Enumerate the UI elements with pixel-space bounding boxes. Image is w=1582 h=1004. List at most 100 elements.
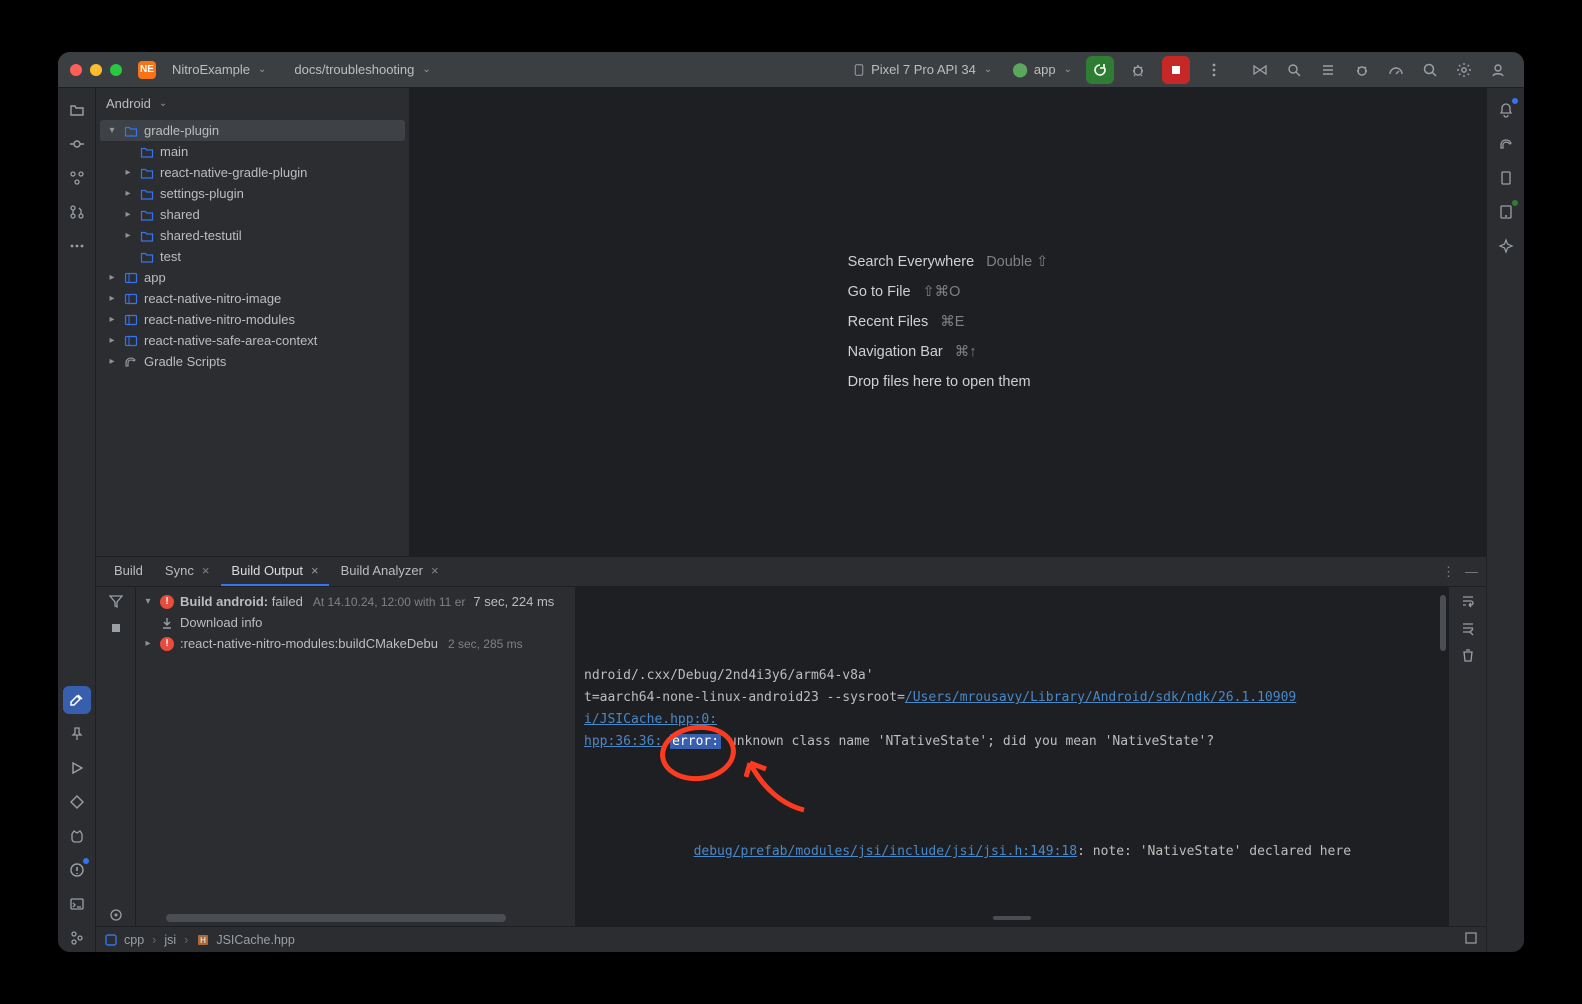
notifications-button[interactable] bbox=[1492, 96, 1520, 124]
project-tree[interactable]: ▾gradle-pluginmain▸react-native-gradle-p… bbox=[96, 118, 409, 556]
more-actions-button[interactable] bbox=[1200, 56, 1228, 84]
structure-tool-button[interactable] bbox=[63, 164, 91, 192]
logcat-tool-button[interactable] bbox=[63, 822, 91, 850]
tree-node[interactable]: ▸Gradle Scripts bbox=[100, 351, 405, 372]
tree-node[interactable]: ▸react-native-nitro-modules bbox=[100, 309, 405, 330]
breadcrumb-item[interactable]: H JSICache.hpp bbox=[196, 933, 295, 947]
project-view-label: Android bbox=[106, 96, 151, 111]
terminal-icon bbox=[69, 896, 85, 912]
debug-tool-button[interactable] bbox=[1348, 56, 1376, 84]
scroll-to-end-button[interactable] bbox=[1460, 620, 1476, 639]
running-devices-button[interactable] bbox=[1492, 198, 1520, 226]
warning-icon bbox=[69, 862, 85, 878]
cat-icon bbox=[69, 828, 85, 844]
profiler-button[interactable] bbox=[1382, 56, 1410, 84]
tree-node[interactable]: ▸react-native-gradle-plugin bbox=[100, 162, 405, 183]
file-icon: H bbox=[196, 933, 210, 947]
code-with-me-button[interactable] bbox=[1246, 56, 1274, 84]
settings-button[interactable] bbox=[1450, 56, 1478, 84]
breadcrumb-item[interactable]: cpp bbox=[104, 933, 144, 947]
favorites-tool-button[interactable] bbox=[63, 788, 91, 816]
device-icon bbox=[1498, 170, 1514, 186]
tree-node[interactable]: ▸shared bbox=[100, 204, 405, 225]
project-tool-button[interactable] bbox=[63, 96, 91, 124]
tree-node[interactable]: ▸settings-plugin bbox=[100, 183, 405, 204]
tree-node[interactable]: main bbox=[100, 141, 405, 162]
scan-icon bbox=[1286, 62, 1302, 78]
run-tool-button[interactable] bbox=[63, 754, 91, 782]
vcs-tool-button[interactable] bbox=[63, 924, 91, 952]
tree-node[interactable]: ▸app bbox=[100, 267, 405, 288]
horizontal-scrollbar[interactable] bbox=[166, 914, 506, 922]
debug-button[interactable] bbox=[1124, 56, 1152, 84]
vertical-scrollbar[interactable] bbox=[1440, 595, 1446, 651]
soft-wrap-button[interactable] bbox=[1460, 593, 1476, 612]
gradle-tool-button[interactable] bbox=[1492, 130, 1520, 158]
stop-build-button[interactable] bbox=[108, 620, 124, 639]
toggle-view-button[interactable] bbox=[108, 907, 124, 926]
tree-node[interactable]: ▸shared-testutil bbox=[100, 225, 405, 246]
folder-icon bbox=[69, 102, 85, 118]
tree-node[interactable]: ▸react-native-nitro-image bbox=[100, 288, 405, 309]
collab-icon bbox=[1252, 62, 1268, 78]
zoom-window-button[interactable] bbox=[110, 64, 122, 76]
account-button[interactable] bbox=[1484, 56, 1512, 84]
ai-assistant-button[interactable] bbox=[1492, 232, 1520, 260]
breadcrumb-item[interactable]: jsi bbox=[164, 933, 176, 947]
device-manager-button[interactable] bbox=[1492, 164, 1520, 192]
editor-hint: Search EverywhereDouble ⇧ bbox=[848, 254, 1049, 270]
project-view-selector[interactable]: Android ⌄ bbox=[96, 88, 409, 118]
tree-node[interactable]: ▾gradle-plugin bbox=[100, 120, 405, 141]
play-icon bbox=[69, 760, 85, 776]
search-button[interactable] bbox=[1416, 56, 1444, 84]
build-output-console[interactable]: ndroid/.cxx/Debug/2nd4i3y6/arm64-v8a' t=… bbox=[576, 587, 1448, 926]
rerun-button[interactable] bbox=[1086, 56, 1114, 84]
build-tool-button[interactable] bbox=[63, 686, 91, 714]
tasks-button[interactable] bbox=[1314, 56, 1342, 84]
build-task-tree[interactable]: ▾ ! Build android: failed At 14.10.24, 1… bbox=[136, 587, 576, 926]
pull-requests-tool-button[interactable] bbox=[63, 198, 91, 226]
project-tree-panel: Android ⌄ ▾gradle-pluginmain▸react-nativ… bbox=[96, 88, 410, 556]
minimize-window-button[interactable] bbox=[90, 64, 102, 76]
emulator-icon bbox=[1498, 204, 1514, 220]
vcs-branch-selector[interactable]: docs/troubleshooting ⌄ bbox=[282, 60, 436, 79]
panel-tab[interactable]: Build Analyzer× bbox=[331, 557, 449, 586]
stop-button[interactable] bbox=[1162, 56, 1190, 84]
editor-empty-state: Search EverywhereDouble ⇧Go to File⇧⌘ORe… bbox=[410, 88, 1486, 556]
tree-node[interactable]: ▸react-native-safe-area-context bbox=[100, 330, 405, 351]
tree-node[interactable]: test bbox=[100, 246, 405, 267]
annotation-arrow bbox=[744, 755, 814, 827]
panel-hide-button[interactable]: — bbox=[1465, 564, 1478, 579]
module-icon bbox=[104, 933, 118, 947]
inspections-button[interactable] bbox=[1280, 56, 1308, 84]
more-tool-button[interactable] bbox=[63, 232, 91, 260]
commit-tool-button[interactable] bbox=[63, 130, 91, 158]
location-link[interactable]: hpp:36:36: bbox=[584, 734, 662, 749]
indent-indicator-button[interactable] bbox=[1464, 931, 1478, 948]
location-link[interactable]: debug/prefab/modules/jsi/include/jsi/jsi… bbox=[694, 844, 1078, 859]
resize-handle[interactable] bbox=[993, 916, 1031, 920]
path-link[interactable]: /Users/mrousavy/Library/Android/sdk/ndk/… bbox=[905, 690, 1296, 705]
device-selector[interactable]: Pixel 7 Pro API 34 ⌄ bbox=[847, 60, 998, 79]
panel-tab[interactable]: Build Output× bbox=[221, 557, 328, 586]
structure-icon bbox=[69, 170, 85, 186]
bug-icon bbox=[1130, 62, 1146, 78]
problems-tool-button[interactable] bbox=[63, 856, 91, 884]
close-icon[interactable]: × bbox=[202, 563, 210, 578]
panel-tab[interactable]: Sync× bbox=[155, 557, 220, 586]
filter-button[interactable] bbox=[108, 593, 124, 612]
terminal-tool-button[interactable] bbox=[63, 890, 91, 918]
close-icon[interactable]: × bbox=[431, 563, 439, 578]
branch-icon bbox=[69, 930, 85, 946]
panel-options-button[interactable]: ⋮ bbox=[1442, 564, 1457, 580]
pin-icon bbox=[69, 726, 85, 742]
clear-button[interactable] bbox=[1460, 647, 1476, 666]
project-selector[interactable]: NitroExample ⌄ bbox=[166, 60, 272, 79]
run-config-selector[interactable]: ⬤ app ⌄ bbox=[1008, 61, 1076, 78]
pin-button[interactable] bbox=[63, 720, 91, 748]
user-icon bbox=[1490, 62, 1506, 78]
panel-tab[interactable]: Build bbox=[104, 557, 153, 586]
close-icon[interactable]: × bbox=[311, 563, 319, 578]
close-window-button[interactable] bbox=[70, 64, 82, 76]
search-icon bbox=[1422, 62, 1438, 78]
